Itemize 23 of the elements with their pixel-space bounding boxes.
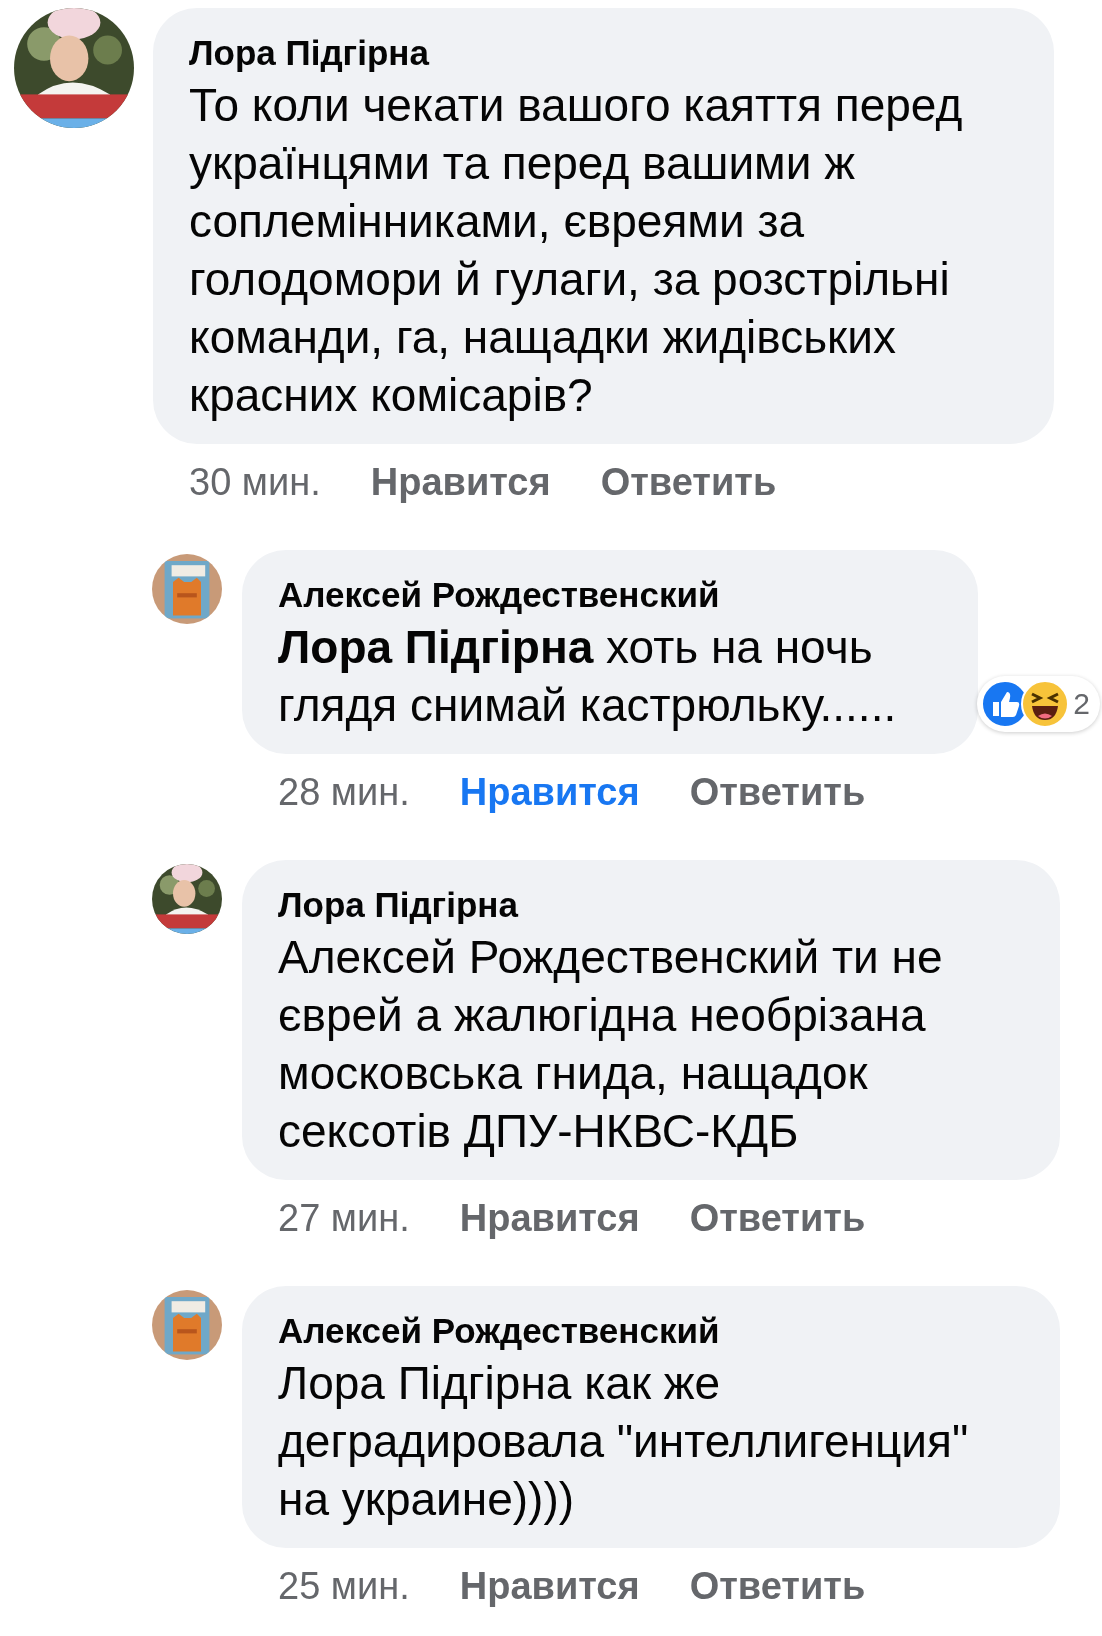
reply-link[interactable]: Ответить (689, 1196, 866, 1240)
like-link[interactable]: Нравится (459, 1196, 640, 1240)
author-name[interactable]: Лора Підгірна (189, 30, 1018, 76)
laughing-emoji-icon (1021, 680, 1070, 728)
comment-text: Лора Підгірна как же деградировала "интеллигенция" на украине)))) (278, 1356, 970, 1527)
timestamp: 25 мин. (278, 1564, 410, 1608)
timestamp: 27 мин. (278, 1196, 410, 1240)
reply-link[interactable]: Ответить (689, 1564, 866, 1608)
author-name[interactable]: Алексей Рождественский (278, 1308, 1024, 1354)
author-name[interactable]: Лора Підгірна (278, 882, 1024, 928)
comment-text: Алексей Рождественский ти не єврей а жалюгідна необрізана московська гнида, нащадок сексотів ДПУ-НКВС-КДБ (278, 930, 944, 1159)
like-link[interactable]: Нравится (459, 1564, 640, 1608)
like-link[interactable]: Нравится (459, 770, 640, 814)
timestamp: 30 мин. (189, 460, 321, 504)
reply-link[interactable]: Ответить (689, 770, 866, 814)
comment-text: Лора Підгірна хоть на ночь глядя снимай кастрюльку...... (278, 620, 898, 733)
reaction-summary[interactable]: 2 (977, 676, 1100, 732)
comment-text: То коли чекати вашого каяття перед українцями та перед вашими ж соплемінниками, євреями за голодомори й гулаги, за розстрільні команди, га, нащадки жидівських красних комісарів? (189, 78, 964, 423)
like-link[interactable]: Нравится (370, 460, 551, 504)
reply-link[interactable]: Ответить (600, 460, 777, 504)
author-name[interactable]: Алексей Рождественский (278, 572, 942, 618)
timestamp: 28 мин. (278, 770, 410, 814)
reaction-count: 2 (1073, 687, 1090, 721)
